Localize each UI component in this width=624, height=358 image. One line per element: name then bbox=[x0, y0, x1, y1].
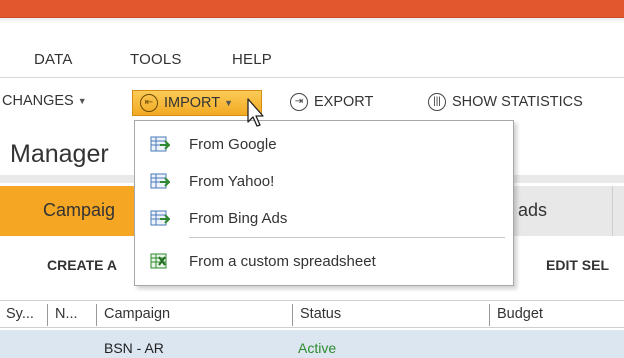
export-button[interactable]: ⇥ EXPORT bbox=[290, 93, 373, 111]
menu-divider bbox=[189, 237, 505, 238]
tab-ads[interactable]: ads bbox=[518, 200, 547, 221]
menu-item-from-google[interactable]: From Google bbox=[135, 129, 513, 159]
menu-data[interactable]: DATA bbox=[34, 51, 73, 68]
edit-selected-button[interactable]: EDIT SEL bbox=[546, 257, 609, 273]
campaign-cell: BSN - AR bbox=[104, 340, 164, 356]
column-divider[interactable] bbox=[489, 304, 490, 326]
tab-campaigns-label: Campaig bbox=[43, 200, 116, 220]
menu-item-from-custom-spreadsheet[interactable]: From a custom spreadsheet bbox=[135, 246, 513, 276]
changes-label: CHANGES bbox=[2, 93, 74, 109]
tab-divider bbox=[612, 186, 613, 236]
toolbar: CHANGES ▼ ⇤ IMPORT ▼ ⇥ EXPORT ||| SHOW S… bbox=[0, 85, 624, 121]
tab-campaigns[interactable]: Campaig bbox=[0, 186, 140, 236]
export-circle-arrow-icon: ⇥ bbox=[290, 93, 308, 111]
create-campaign-button[interactable]: CREATE A bbox=[47, 257, 117, 273]
column-divider[interactable] bbox=[292, 304, 293, 326]
page-title: Manager bbox=[10, 140, 109, 168]
spreadsheet-import-icon bbox=[150, 136, 170, 151]
menu-item-label: From Bing Ads bbox=[189, 209, 288, 227]
menu-item-label: From a custom spreadsheet bbox=[189, 252, 376, 270]
import-button[interactable]: ⇤ IMPORT ▼ bbox=[132, 90, 262, 116]
changes-button[interactable]: CHANGES ▼ bbox=[2, 93, 87, 109]
title-bar-shade bbox=[0, 18, 624, 24]
import-label: IMPORT bbox=[164, 95, 221, 111]
column-header-budget[interactable]: Budget bbox=[497, 306, 543, 322]
import-dropdown-menu: From Google From Yahoo! From Bing Ads Fr… bbox=[134, 120, 514, 286]
column-header-status[interactable]: Status bbox=[300, 306, 341, 322]
export-label: EXPORT bbox=[314, 94, 374, 110]
column-header-campaign[interactable]: Campaign bbox=[104, 306, 170, 322]
column-header-notes[interactable]: N... bbox=[55, 306, 78, 322]
statistics-bars-icon: ||| bbox=[428, 93, 446, 111]
column-divider[interactable] bbox=[47, 304, 48, 326]
table-row[interactable]: BSN - AR Active bbox=[0, 330, 624, 358]
spreadsheet-import-icon bbox=[150, 173, 170, 188]
menu-item-label: From Yahoo! bbox=[189, 172, 275, 190]
menu-help[interactable]: HELP bbox=[232, 51, 272, 68]
excel-spreadsheet-icon bbox=[150, 253, 167, 268]
mouse-pointer-icon bbox=[247, 98, 264, 127]
column-header-sync[interactable]: Sy... bbox=[6, 306, 34, 322]
menu-tools[interactable]: TOOLS bbox=[130, 51, 182, 68]
menu-item-label: From Google bbox=[189, 135, 277, 153]
show-statistics-button[interactable]: ||| SHOW STATISTICS bbox=[428, 93, 583, 111]
import-circle-arrow-icon: ⇤ bbox=[140, 94, 158, 112]
status-cell: Active bbox=[298, 340, 337, 356]
chevron-down-icon: ▼ bbox=[224, 98, 234, 108]
spreadsheet-import-icon bbox=[150, 210, 170, 225]
chevron-down-icon: ▼ bbox=[77, 96, 87, 106]
menu-item-from-bing-ads[interactable]: From Bing Ads bbox=[135, 203, 513, 233]
window-title-bar bbox=[0, 0, 624, 18]
menu-item-from-yahoo[interactable]: From Yahoo! bbox=[135, 166, 513, 196]
menu-divider bbox=[0, 77, 624, 78]
grid-header: Sy... N... Campaign Status Budget bbox=[0, 300, 624, 328]
column-divider[interactable] bbox=[96, 304, 97, 326]
show-statistics-label: SHOW STATISTICS bbox=[452, 94, 583, 110]
menu-bar: DATA TOOLS HELP bbox=[0, 44, 624, 74]
